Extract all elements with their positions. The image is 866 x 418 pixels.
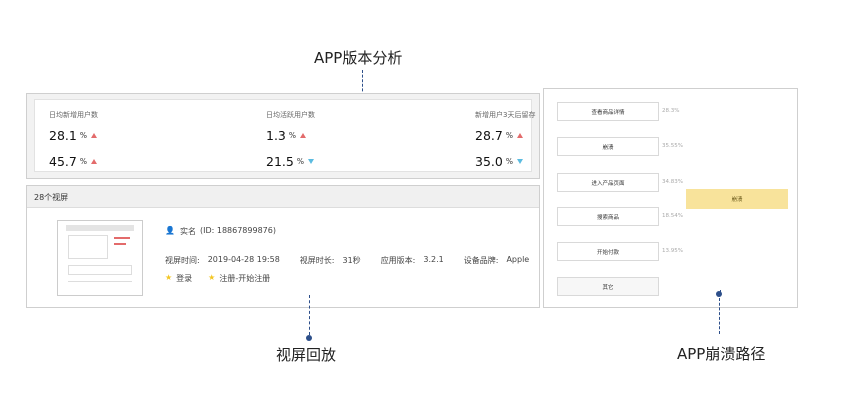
- tag-register[interactable]: 注册-开始注册: [219, 273, 270, 284]
- screen-recording-panel: 28个视屏 👤 实名 (ID: 18867899876) 视屏时间: 2019-…: [26, 185, 540, 308]
- crash-highlight-node[interactable]: 崩溃: [686, 189, 788, 209]
- trend-down-icon: [516, 158, 523, 164]
- thumbnail-block: [68, 265, 132, 275]
- stat-value: 21.5: [266, 153, 294, 169]
- callout-dot-crash: [716, 291, 722, 297]
- duration-value: 31秒: [342, 256, 361, 265]
- trend-up-icon: [90, 158, 97, 164]
- thumbnail-red-mark: [114, 237, 130, 239]
- time-label: 视屏时间:: [165, 256, 200, 265]
- user-name: 实名: [179, 227, 196, 236]
- version-stats-card: 日均新增用户数 28.1 % 45.7 % 日均活跃用户数 1.3 % 21.5…: [34, 99, 535, 174]
- crash-path-node[interactable]: 崩溃: [557, 137, 659, 156]
- crash-path-pct: 28.3%: [662, 108, 680, 114]
- crash-path-pct: 18.54%: [662, 213, 683, 219]
- thumbnail-red-mark: [114, 243, 126, 245]
- crash-path-pct: 13.95%: [662, 248, 683, 254]
- recording-user-row: 👤 实名 (ID: 18867899876): [165, 226, 276, 237]
- star-icon: ★: [165, 273, 173, 282]
- trend-up-icon: [516, 132, 523, 138]
- stat-header: 日均活跃用户数: [266, 111, 315, 119]
- version-value: 3.2.1: [423, 255, 444, 264]
- callout-dot-replay: [306, 335, 312, 341]
- stat-column-active-users: 日均活跃用户数 1.3 % 21.5 %: [266, 110, 436, 174]
- callout-crash-path: APP崩溃路径: [677, 345, 766, 363]
- star-icon: ★: [208, 273, 216, 282]
- stat-value: 28.7: [475, 127, 503, 143]
- stat-value-row: 28.1 %: [49, 122, 219, 148]
- crash-path-pct: 34.83%: [662, 179, 683, 185]
- stat-header: 日均新增用户数: [49, 111, 98, 119]
- brand-value: Apple: [506, 255, 530, 264]
- recording-tags-row: ★ 登录 ★ 注册-开始注册: [165, 273, 270, 284]
- thumbnail-footer: [68, 281, 132, 289]
- crash-path-panel: 查看商品详情 28.3% 崩溃 35.55% 进入产品页面 34.83% 搜索商…: [543, 88, 798, 308]
- user-icon: 👤: [165, 226, 175, 235]
- callout-line-replay: [309, 295, 310, 335]
- duration-label: 视屏时长:: [299, 256, 335, 265]
- callout-line-crash-lower: [719, 298, 720, 334]
- stat-value: 28.1: [49, 127, 77, 143]
- recording-count-header: 28个视屏: [27, 186, 539, 208]
- stat-column-new-users: 日均新增用户数 28.1 % 45.7 %: [49, 110, 219, 174]
- thumbnail-block: [68, 235, 108, 259]
- tag-login[interactable]: 登录: [176, 273, 192, 284]
- callout-version-analysis: APP版本分析: [314, 49, 403, 67]
- time-value: 2019-04-28 19:58: [207, 255, 280, 264]
- stat-unit: %: [79, 130, 87, 140]
- crash-path-pct: 35.55%: [662, 143, 683, 149]
- brand-label: 设备品牌:: [463, 256, 499, 265]
- stat-value: 45.7: [49, 153, 77, 169]
- crash-path-node[interactable]: 查看商品详情: [557, 102, 659, 121]
- stat-value-row: 21.5 %: [266, 148, 436, 174]
- recording-thumbnail[interactable]: [57, 220, 143, 296]
- stat-unit: %: [288, 130, 297, 140]
- stat-unit: %: [505, 156, 513, 166]
- crash-path-node[interactable]: 开始付款: [557, 242, 659, 261]
- stat-value: 35.0: [475, 153, 503, 169]
- version-stats-panel: 日均新增用户数 28.1 % 45.7 % 日均活跃用户数 1.3 % 21.5…: [26, 93, 540, 179]
- callout-screen-replay: 视屏回放: [276, 346, 337, 364]
- user-id: (ID: 18867899876): [199, 226, 276, 235]
- recording-meta-row: 视屏时间: 2019-04-28 19:58 视屏时长: 31秒 应用版本: 3…: [165, 255, 529, 266]
- stat-unit: %: [79, 156, 87, 166]
- thumbnail-bar: [66, 225, 134, 231]
- crash-path-node[interactable]: 进入产品页面: [557, 173, 659, 192]
- stat-value: 1.3: [266, 127, 286, 143]
- trend-up-icon: [300, 132, 307, 138]
- stat-value-row: 1.3 %: [266, 122, 436, 148]
- crash-path-node[interactable]: 搜索商品: [557, 207, 659, 226]
- trend-up-icon: [90, 132, 97, 138]
- version-label: 应用版本:: [380, 256, 416, 265]
- crash-path-node[interactable]: 其它: [557, 277, 659, 296]
- trend-down-icon: [307, 158, 314, 164]
- stat-unit: %: [505, 130, 513, 140]
- stat-value-row: 45.7 %: [49, 148, 219, 174]
- stat-unit: %: [296, 156, 304, 166]
